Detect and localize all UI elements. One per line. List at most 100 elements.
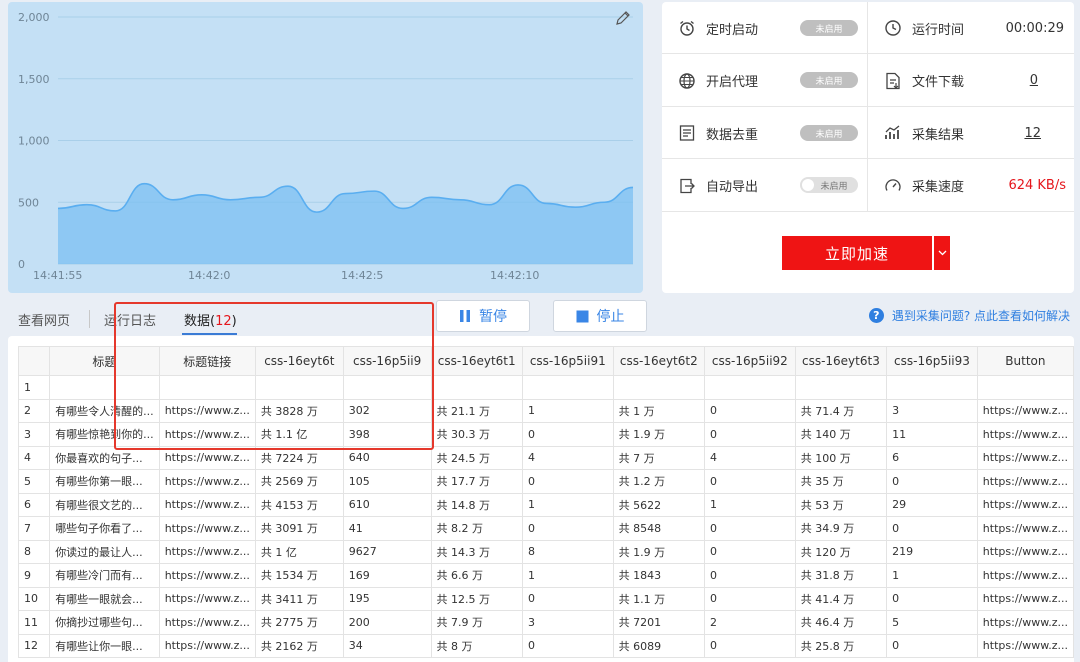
table-cell[interactable]: 0 bbox=[704, 516, 796, 541]
column-header[interactable]: css-16eyt6t2 bbox=[612, 346, 706, 376]
help-link[interactable]: ? 遇到采集问题? 点此查看如何解决 bbox=[868, 307, 1070, 324]
table-cell[interactable]: 共 1.1 亿 bbox=[254, 422, 344, 447]
table-cell[interactable]: 640 bbox=[342, 445, 432, 470]
table-cell[interactable]: 共 7 万 bbox=[612, 445, 706, 470]
table-cell[interactable]: https://www.z... bbox=[158, 586, 256, 611]
table-cell[interactable]: 共 3828 万 bbox=[254, 398, 344, 423]
table-cell[interactable] bbox=[521, 375, 614, 400]
table-cell[interactable]: 共 14.8 万 bbox=[430, 492, 523, 517]
accelerate-button[interactable]: 立即加速 bbox=[782, 236, 932, 270]
row-index-cell[interactable]: 6 bbox=[17, 492, 51, 517]
table-cell[interactable]: https://www.z... bbox=[158, 563, 256, 588]
table-cell[interactable]: 0 bbox=[886, 516, 978, 541]
row-index-cell[interactable]: 4 bbox=[17, 445, 51, 470]
row-index-cell[interactable]: 11 bbox=[17, 610, 51, 635]
table-cell[interactable]: 共 53 万 bbox=[794, 492, 888, 517]
table-cell[interactable]: 共 6.6 万 bbox=[430, 563, 523, 588]
table-cell[interactable]: 共 7201 bbox=[612, 610, 706, 635]
table-cell[interactable] bbox=[704, 375, 796, 400]
table-cell[interactable]: 共 24.5 万 bbox=[430, 445, 523, 470]
stop-button[interactable]: 停止 bbox=[553, 300, 647, 332]
table-cell[interactable]: 有哪些令人清醒的... bbox=[49, 398, 160, 423]
table-cell[interactable]: 共 12.5 万 bbox=[430, 586, 523, 611]
table-cell[interactable] bbox=[430, 375, 523, 400]
table-cell[interactable]: 0 bbox=[521, 516, 614, 541]
table-cell[interactable]: 0 bbox=[886, 586, 978, 611]
table-cell[interactable]: 219 bbox=[886, 539, 978, 564]
tab-view-webpage[interactable]: 查看网页 bbox=[18, 310, 70, 329]
table-cell[interactable]: 共 8 万 bbox=[430, 633, 523, 658]
table-cell[interactable]: 共 41.4 万 bbox=[794, 586, 888, 611]
table-cell[interactable]: 共 1.2 万 bbox=[612, 469, 706, 494]
table-cell[interactable]: https://www.z... bbox=[976, 516, 1074, 541]
file-download-count[interactable]: 0 bbox=[1030, 54, 1038, 107]
table-cell[interactable]: https://www.z... bbox=[976, 492, 1074, 517]
table-cell[interactable]: 共 1534 万 bbox=[254, 563, 344, 588]
table-cell[interactable]: 共 1 亿 bbox=[254, 539, 344, 564]
table-cell[interactable]: 3 bbox=[886, 398, 978, 423]
table-cell[interactable]: 共 5622 bbox=[612, 492, 706, 517]
table-cell[interactable]: 你最喜欢的句子... bbox=[49, 445, 160, 470]
table-cell[interactable]: 你摘抄过哪些句... bbox=[49, 610, 160, 635]
row-index-cell[interactable]: 10 bbox=[17, 586, 51, 611]
table-cell[interactable]: https://www.z... bbox=[976, 633, 1074, 658]
table-cell[interactable]: https://www.z... bbox=[158, 445, 256, 470]
row-index-cell[interactable]: 8 bbox=[17, 539, 51, 564]
table-row[interactable]: 5 有哪些你第一眼... https://www.z... 共 2569 万 105 共 … bbox=[17, 469, 1074, 494]
table-cell[interactable]: https://www.z... bbox=[976, 586, 1074, 611]
table-cell[interactable]: 0 bbox=[704, 633, 796, 658]
table-cell[interactable]: 0 bbox=[704, 422, 796, 447]
table-cell[interactable] bbox=[612, 375, 706, 400]
scheduled-start-toggle[interactable]: 未启用 bbox=[800, 20, 858, 36]
table-cell[interactable]: 1 bbox=[521, 563, 614, 588]
table-cell[interactable]: 8 bbox=[521, 539, 614, 564]
table-row[interactable]: 9 有哪些冷门而有... https://www.z... 共 1534 万 169 共 … bbox=[17, 563, 1074, 588]
pause-button[interactable]: 暂停 bbox=[436, 300, 530, 332]
table-cell[interactable]: 2 bbox=[704, 610, 796, 635]
column-header[interactable]: css-16eyt6t1 bbox=[430, 346, 523, 376]
table-row[interactable]: 11 你摘抄过哪些句... https://www.z... 共 2775 万 200 共… bbox=[17, 610, 1074, 635]
table-cell[interactable]: 1 bbox=[521, 492, 614, 517]
table-cell[interactable]: 0 bbox=[704, 469, 796, 494]
table-cell[interactable]: https://www.z... bbox=[158, 469, 256, 494]
table-cell[interactable]: 610 bbox=[342, 492, 432, 517]
table-cell[interactable]: 共 1.1 万 bbox=[612, 586, 706, 611]
table-cell[interactable] bbox=[342, 375, 432, 400]
table-cell[interactable]: 0 bbox=[521, 586, 614, 611]
table-cell[interactable]: 29 bbox=[886, 492, 978, 517]
table-cell[interactable] bbox=[976, 375, 1074, 400]
table-cell[interactable]: https://www.z... bbox=[976, 469, 1074, 494]
row-index-cell[interactable]: 1 bbox=[17, 375, 51, 400]
table-cell[interactable]: 398 bbox=[342, 422, 432, 447]
column-header[interactable]: 标题链接 bbox=[158, 346, 256, 376]
table-cell[interactable]: 共 100 万 bbox=[794, 445, 888, 470]
auto-export-toggle[interactable]: 未启用 bbox=[800, 177, 858, 193]
table-cell[interactable] bbox=[254, 375, 344, 400]
table-cell[interactable]: 有哪些冷门而有... bbox=[49, 563, 160, 588]
row-index-cell[interactable]: 9 bbox=[17, 563, 51, 588]
table-cell[interactable]: 105 bbox=[342, 469, 432, 494]
tab-data[interactable]: 数据(12) bbox=[184, 310, 237, 329]
column-header[interactable]: Button bbox=[976, 346, 1074, 376]
table-cell[interactable]: https://www.z... bbox=[158, 633, 256, 658]
table-row[interactable]: 4 你最喜欢的句子... https://www.z... 共 7224 万 640 共 … bbox=[17, 445, 1074, 470]
table-cell[interactable]: 哪些句子你看了... bbox=[49, 516, 160, 541]
table-cell[interactable]: 302 bbox=[342, 398, 432, 423]
column-header[interactable]: css-16p5ii9 bbox=[342, 346, 432, 376]
table-cell[interactable]: 共 1 万 bbox=[612, 398, 706, 423]
table-cell[interactable]: 3 bbox=[521, 610, 614, 635]
table-cell[interactable] bbox=[158, 375, 256, 400]
table-row[interactable]: 10 有哪些一眼就会... https://www.z... 共 3411 万 195 共… bbox=[17, 586, 1074, 611]
table-row[interactable]: 7 哪些句子你看了... https://www.z... 共 3091 万 41 共 8… bbox=[17, 516, 1074, 541]
table-cell[interactable]: 5 bbox=[886, 610, 978, 635]
table-cell[interactable]: 1 bbox=[704, 492, 796, 517]
table-cell[interactable]: 1 bbox=[886, 563, 978, 588]
table-cell[interactable]: 0 bbox=[886, 469, 978, 494]
table-cell[interactable]: https://www.z... bbox=[976, 539, 1074, 564]
table-cell[interactable]: https://www.z... bbox=[158, 492, 256, 517]
table-cell[interactable]: 共 46.4 万 bbox=[794, 610, 888, 635]
column-header[interactable]: css-16eyt6t3 bbox=[794, 346, 888, 376]
table-cell[interactable]: https://www.z... bbox=[158, 610, 256, 635]
column-header[interactable] bbox=[17, 346, 51, 376]
table-cell[interactable]: 共 3411 万 bbox=[254, 586, 344, 611]
